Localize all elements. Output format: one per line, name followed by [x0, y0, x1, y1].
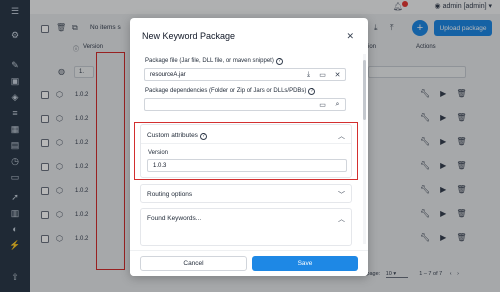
package-file-label-text: Package file (Jar file, DLL file, or mav… — [145, 58, 274, 64]
routing-options-section[interactable]: Routing options ﹀ — [140, 184, 352, 203]
found-keywords-title[interactable]: Found Keywords... — [147, 215, 201, 222]
help-icon[interactable]: ? — [308, 88, 316, 95]
dialog-footer: Cancel Save — [130, 250, 368, 276]
package-dependencies-field[interactable]: ▭ ⌕ — [144, 98, 346, 111]
found-keywords-section: Found Keywords... ︿ — [140, 208, 352, 246]
help-icon[interactable]: ? — [275, 58, 283, 65]
search-icon[interactable]: ⌕ — [332, 100, 343, 110]
chevron-up-icon[interactable]: ︿ — [338, 214, 345, 224]
dialog-scrollbar-thumb[interactable] — [363, 60, 366, 120]
close-icon[interactable]: ✕ — [346, 31, 354, 42]
package-file-field[interactable]: resourceA.jar ⤓ ▭ ✕ — [144, 68, 346, 81]
chevron-down-icon[interactable]: ﹀ — [338, 190, 345, 200]
routing-options-title: Routing options — [147, 191, 193, 198]
package-file-label: Package file (Jar file, DLL file, or mav… — [145, 58, 283, 65]
custom-attributes-highlight — [134, 122, 358, 180]
cancel-button[interactable]: Cancel — [140, 256, 247, 271]
package-dependencies-label-text: Package dependencies (Folder or Zip of J… — [145, 88, 307, 94]
package-dependencies-label: Package dependencies (Folder or Zip of J… — [145, 88, 316, 95]
clear-icon[interactable]: ✕ — [332, 70, 343, 80]
save-button[interactable]: Save — [252, 256, 358, 271]
folder-icon[interactable]: ▭ — [317, 70, 328, 80]
dialog-title: New Keyword Package — [142, 31, 236, 41]
folder-icon[interactable]: ▭ — [317, 100, 328, 110]
new-keyword-package-dialog: New Keyword Package ✕ Package file (Jar … — [130, 18, 368, 276]
package-file-value: resourceA.jar — [150, 72, 186, 78]
download-icon[interactable]: ⤓ — [303, 70, 314, 80]
